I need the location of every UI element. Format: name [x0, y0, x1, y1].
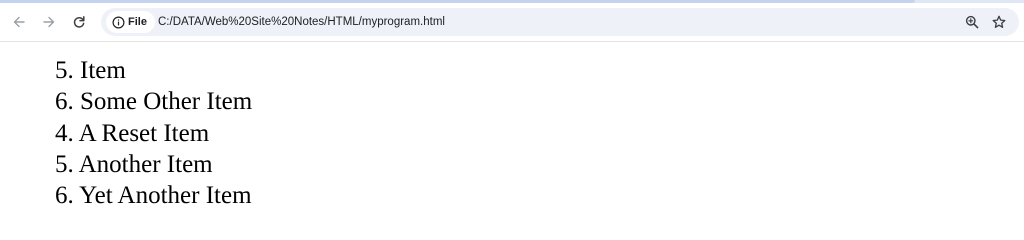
list-item: 4. A Reset Item [55, 118, 252, 149]
url-text[interactable]: C:/DATA/Web%20Site%20Notes/HTML/myprogra… [158, 8, 445, 36]
site-info-chip[interactable]: File [106, 11, 155, 33]
list-item-text: A Reset Item [78, 119, 210, 147]
arrow-right-icon [43, 16, 55, 28]
site-chip-label: File [128, 16, 147, 28]
zoom-icon [965, 15, 979, 29]
star-icon [992, 15, 1006, 28]
reload-icon [73, 16, 85, 28]
list-item: 5. Item [55, 55, 252, 86]
list-item-text: Some Other Item [80, 88, 253, 116]
reload-button[interactable] [69, 12, 89, 32]
bookmark-button[interactable] [990, 13, 1008, 31]
list-item-marker: 6. [55, 182, 74, 210]
forward-button[interactable] [39, 12, 59, 32]
list-item-text: Another Item [78, 150, 213, 178]
back-button[interactable] [9, 12, 29, 32]
ordered-list: 5. Item 6. Some Other Item 4. A Reset It… [55, 55, 252, 211]
address-bar[interactable]: File C:/DATA/Web%20Site%20Notes/HTML/myp… [101, 8, 1019, 36]
list-item-text: Item [80, 57, 126, 84]
list-item: 6. Yet Another Item [55, 180, 252, 211]
list-item: 5. Another Item [55, 149, 252, 180]
list-item: 6. Some Other Item [55, 86, 252, 117]
zoom-button[interactable] [963, 13, 981, 31]
list-item-marker: 4. [55, 119, 74, 147]
list-item-marker: 5. [55, 150, 74, 178]
list-item-marker: 6. [55, 88, 74, 116]
list-item-text: Yet Another Item [79, 182, 252, 210]
page-content: 5. Item 6. Some Other Item 4. A Reset It… [0, 42, 1024, 223]
info-icon [112, 15, 125, 29]
browser-toolbar: File C:/DATA/Web%20Site%20Notes/HTML/myp… [0, 3, 1024, 42]
arrow-left-icon [13, 16, 25, 28]
list-item-marker: 5. [55, 57, 74, 84]
